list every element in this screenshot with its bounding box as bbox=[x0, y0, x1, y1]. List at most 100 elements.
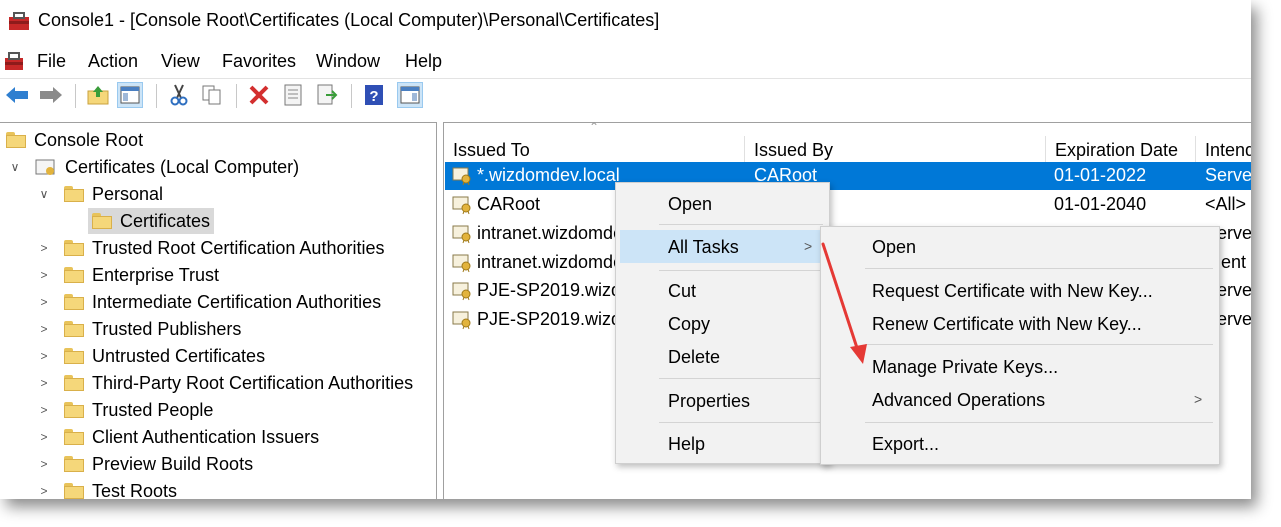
tree-item-preview-build-roots[interactable]: Preview Build Roots bbox=[64, 451, 253, 477]
chevron-right-icon[interactable]: > bbox=[38, 430, 50, 444]
chevron-right-icon[interactable]: > bbox=[38, 268, 50, 282]
menu-window[interactable]: Window bbox=[316, 51, 380, 72]
properties-icon[interactable] bbox=[280, 82, 306, 108]
folder-icon bbox=[64, 375, 84, 391]
tree-label: Test Roots bbox=[92, 480, 178, 500]
folder-icon bbox=[64, 483, 84, 499]
cell-issued-to: intranet.wizdomde bbox=[477, 223, 624, 243]
tree-item-personal[interactable]: Personal bbox=[64, 181, 163, 207]
certificate-icon bbox=[452, 254, 471, 273]
context-properties[interactable]: Properties bbox=[668, 391, 750, 412]
delete-icon[interactable] bbox=[246, 82, 272, 108]
folder-icon bbox=[64, 240, 84, 256]
menu-view[interactable]: View bbox=[161, 51, 200, 72]
context-cut[interactable]: Cut bbox=[668, 281, 696, 302]
tree-label: Third-Party Root Certification Authoriti… bbox=[92, 372, 414, 393]
cell-intended: ient bbox=[1217, 252, 1247, 272]
tree-item-trusted-people[interactable]: Trusted People bbox=[64, 397, 213, 423]
folder-icon bbox=[92, 213, 112, 229]
tree-item-third-party-root[interactable]: Third-Party Root Certification Authoriti… bbox=[64, 370, 413, 396]
context-all-tasks[interactable]: All Tasks bbox=[668, 237, 739, 258]
tree-label: Client Authentication Issuers bbox=[92, 426, 320, 447]
folder-icon bbox=[64, 348, 84, 364]
cell-issued-to: PJE-SP2019.wizdor bbox=[477, 309, 638, 329]
tree-item-console-root[interactable]: Console Root bbox=[6, 127, 143, 153]
context-open[interactable]: Open bbox=[668, 194, 712, 215]
tree-item-trusted-publishers[interactable]: Trusted Publishers bbox=[64, 316, 241, 342]
menu-separator bbox=[659, 224, 823, 225]
chevron-right-icon: > bbox=[1194, 391, 1203, 407]
tree-item-untrusted-certificates[interactable]: Untrusted Certificates bbox=[64, 343, 265, 369]
menu-favorites[interactable]: Favorites bbox=[222, 51, 296, 72]
context-delete[interactable]: Delete bbox=[668, 347, 720, 368]
tree-label: Trusted Root Certification Authorities bbox=[92, 237, 385, 258]
console-menu-icon[interactable] bbox=[4, 50, 24, 72]
chevron-right-icon[interactable]: > bbox=[38, 376, 50, 390]
chevron-right-icon[interactable]: > bbox=[38, 349, 50, 363]
tree-label: Trusted People bbox=[92, 399, 214, 420]
back-arrow-icon[interactable] bbox=[4, 82, 30, 108]
tree-item-client-auth-issuers[interactable]: Client Authentication Issuers bbox=[64, 424, 319, 450]
export-list-icon[interactable] bbox=[314, 82, 340, 108]
menu-file[interactable]: File bbox=[37, 51, 66, 72]
copy-icon[interactable] bbox=[199, 82, 225, 108]
tree-item-intermediate-ca[interactable]: Intermediate Certification Authorities bbox=[64, 289, 381, 315]
submenu-open[interactable]: Open bbox=[872, 237, 916, 258]
certificate-store-icon bbox=[35, 159, 55, 175]
chevron-right-icon[interactable]: > bbox=[38, 241, 50, 255]
context-help[interactable]: Help bbox=[668, 434, 705, 455]
tree-label: Console Root bbox=[34, 129, 144, 150]
submenu-advanced-operations[interactable]: Advanced Operations bbox=[872, 390, 1045, 411]
submenu-export[interactable]: Export... bbox=[872, 434, 939, 455]
column-issued-by[interactable]: Issued By bbox=[745, 136, 1046, 164]
chevron-right-icon[interactable]: > bbox=[38, 484, 50, 498]
folder-icon bbox=[64, 186, 84, 202]
column-intended-purposes[interactable]: Intend bbox=[1196, 136, 1251, 164]
tree-item-enterprise-trust[interactable]: Enterprise Trust bbox=[64, 262, 219, 288]
cell-issued-to: PJE-SP2019.wizdor bbox=[477, 280, 638, 300]
sort-ascending-icon: ⌃ bbox=[589, 120, 600, 134]
chevron-right-icon[interactable]: > bbox=[38, 322, 50, 336]
cut-icon[interactable] bbox=[166, 82, 192, 108]
chevron-down-icon[interactable]: ∨ bbox=[9, 160, 21, 174]
all-tasks-submenu bbox=[820, 226, 1220, 465]
folder-icon bbox=[6, 132, 26, 148]
tree-label: Trusted Publishers bbox=[92, 318, 242, 339]
tree-item-trusted-root[interactable]: Trusted Root Certification Authorities bbox=[64, 235, 384, 261]
table-row[interactable]: CARoot 01-01-2040 <All> bbox=[445, 191, 1251, 219]
tree-item-test-roots[interactable]: Test Roots bbox=[64, 478, 177, 499]
table-row[interactable]: *.wizdomdev.local CARoot 01-01-2022 Serv… bbox=[445, 162, 1251, 190]
tree-label: Enterprise Trust bbox=[92, 264, 220, 285]
cell-issued-to: CARoot bbox=[477, 194, 541, 214]
submenu-renew-certificate-new-key[interactable]: Renew Certificate with New Key... bbox=[872, 314, 1142, 335]
tree-item-personal-certificates[interactable]: Certificates bbox=[88, 208, 215, 234]
submenu-request-certificate-new-key[interactable]: Request Certificate with New Key... bbox=[872, 281, 1153, 302]
menu-help[interactable]: Help bbox=[405, 51, 442, 72]
context-copy[interactable]: Copy bbox=[668, 314, 710, 335]
chevron-down-icon[interactable]: ∨ bbox=[38, 187, 50, 201]
certificate-icon bbox=[452, 225, 471, 244]
show-hide-action-pane-icon[interactable] bbox=[397, 82, 423, 108]
forward-arrow-icon[interactable] bbox=[38, 82, 64, 108]
cell-expiration: 01-01-2040 bbox=[1054, 194, 1147, 214]
toolbar-separator bbox=[75, 84, 76, 108]
tree-label: Personal bbox=[92, 183, 164, 204]
chevron-right-icon[interactable]: > bbox=[38, 403, 50, 417]
help-icon[interactable]: ? bbox=[361, 82, 387, 108]
show-hide-tree-icon[interactable] bbox=[117, 82, 143, 108]
tree-item-certificates-local-computer[interactable]: Certificates (Local Computer) bbox=[35, 154, 299, 180]
folder-icon bbox=[64, 402, 84, 418]
up-folder-icon[interactable] bbox=[85, 82, 111, 108]
tree-label: Preview Build Roots bbox=[92, 453, 254, 474]
mmc-toolbox-icon bbox=[9, 12, 29, 30]
chevron-right-icon[interactable]: > bbox=[38, 457, 50, 471]
chevron-right-icon[interactable]: > bbox=[38, 295, 50, 309]
submenu-manage-private-keys[interactable]: Manage Private Keys... bbox=[872, 357, 1058, 378]
folder-icon bbox=[64, 267, 84, 283]
cell-intended: erver bbox=[1217, 280, 1251, 300]
toolbar-separator bbox=[156, 84, 157, 108]
column-issued-to[interactable]: Issued To bbox=[444, 136, 745, 164]
menu-action[interactable]: Action bbox=[88, 51, 138, 72]
certificate-icon bbox=[452, 311, 471, 330]
column-expiration-date[interactable]: Expiration Date bbox=[1046, 136, 1196, 164]
